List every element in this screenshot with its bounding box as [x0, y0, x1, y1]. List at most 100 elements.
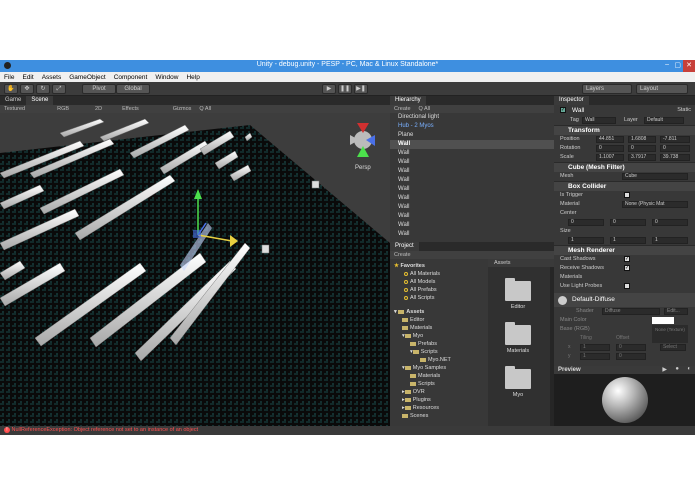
light-probes-checkbox[interactable]: [624, 283, 630, 289]
mesh-renderer-header[interactable]: Mesh Renderer: [554, 245, 695, 255]
favorite-item[interactable]: All Materials: [394, 270, 486, 278]
tiling-y[interactable]: 1: [580, 353, 610, 360]
menu-edit[interactable]: Edit: [22, 74, 33, 81]
preview-play-icon[interactable]: ▶: [662, 366, 667, 373]
tree-folder[interactable]: Scenes: [394, 412, 486, 420]
tree-folder[interactable]: ▾ Myo Samples: [394, 364, 486, 372]
material-preview-sphere[interactable]: [602, 377, 648, 423]
step-icon[interactable]: ▶❚: [354, 84, 368, 94]
size-z[interactable]: 1: [652, 237, 688, 244]
hierarchy-item[interactable]: Wall: [390, 230, 554, 239]
layout-dropdown[interactable]: Layout: [636, 84, 688, 94]
tree-folder[interactable]: ▸ Resources: [394, 404, 486, 412]
scene-viewport[interactable]: Persp: [0, 113, 390, 426]
offset-y[interactable]: 0: [616, 353, 646, 360]
tree-folder[interactable]: Editor: [394, 316, 486, 324]
center-y[interactable]: 0: [610, 219, 646, 226]
offset-x[interactable]: 0: [616, 344, 646, 351]
hierarchy-item[interactable]: Wall: [390, 158, 554, 167]
is-trigger-checkbox[interactable]: [624, 192, 630, 198]
position-x[interactable]: 44.851: [596, 136, 624, 143]
tree-folder[interactable]: Myo.NET: [394, 356, 486, 364]
hierarchy-item[interactable]: Wall: [390, 212, 554, 221]
hierarchy-item[interactable]: Wall: [390, 149, 554, 158]
hierarchy-item[interactable]: Wall: [390, 194, 554, 203]
center-x[interactable]: 0: [568, 219, 604, 226]
tab-game[interactable]: Game: [0, 96, 27, 105]
hierarchy-item[interactable]: Hub - 2 Myos: [390, 122, 554, 131]
mesh-field[interactable]: Cube: [622, 173, 688, 180]
render-mode-dropdown[interactable]: Textured: [4, 106, 25, 112]
close-button[interactable]: ✕: [683, 60, 695, 72]
hierarchy-search[interactable]: Q All: [419, 106, 431, 112]
color-mode-dropdown[interactable]: RGB: [57, 106, 69, 112]
play-icon[interactable]: ▶: [322, 84, 336, 94]
material-header[interactable]: Default-Diffuse: [554, 293, 695, 307]
preview-light-icon[interactable]: ◐: [687, 366, 691, 372]
rotation-x[interactable]: 0: [596, 145, 624, 152]
favorite-item[interactable]: All Prefabs: [394, 286, 486, 294]
tag-dropdown[interactable]: Wall: [582, 117, 616, 124]
scale-z[interactable]: 39.738: [660, 154, 690, 161]
gizmos-dropdown[interactable]: Gizmos: [173, 106, 192, 112]
status-bar[interactable]: ! NullReferenceException: Object referen…: [0, 426, 695, 435]
transform-header[interactable]: Transform: [554, 125, 695, 135]
pivot-toggle[interactable]: Pivot: [82, 84, 116, 94]
hierarchy-create-button[interactable]: Create: [394, 106, 411, 112]
tab-inspector[interactable]: Inspector: [554, 96, 589, 105]
hand-tool-icon[interactable]: ✋: [4, 84, 18, 94]
scene-search[interactable]: Q All: [199, 106, 211, 112]
tree-folder[interactable]: Scripts: [394, 380, 486, 388]
asset-folder[interactable]: Materials: [488, 322, 548, 354]
tab-project[interactable]: Project: [390, 242, 419, 251]
favorites-header[interactable]: ★ Favorites: [394, 262, 486, 270]
project-create-button[interactable]: Create: [394, 252, 411, 258]
tree-folder[interactable]: Materials: [394, 324, 486, 332]
collider-material-field[interactable]: None (Physic Mat: [622, 201, 688, 208]
edit-shader-button[interactable]: Edit...: [664, 308, 688, 315]
effects-dropdown[interactable]: Effects: [122, 106, 139, 112]
texture-select-button[interactable]: Select: [660, 344, 686, 351]
scale-tool-icon[interactable]: ⤢: [52, 84, 66, 94]
global-toggle[interactable]: Global: [116, 84, 150, 94]
tiling-x[interactable]: 1: [580, 344, 610, 351]
layers-dropdown[interactable]: Layers: [582, 84, 632, 94]
cast-shadows-checkbox[interactable]: ✓: [624, 256, 630, 262]
menu-file[interactable]: File: [4, 74, 14, 81]
move-tool-icon[interactable]: ✥: [20, 84, 34, 94]
rotation-y[interactable]: 0: [628, 145, 656, 152]
preview-sphere-icon[interactable]: ●: [675, 366, 679, 372]
assets-tree-header[interactable]: ▾ Assets: [394, 308, 486, 316]
menu-gameobject[interactable]: GameObject: [69, 74, 106, 81]
tree-folder[interactable]: ▸ OVR: [394, 388, 486, 396]
box-collider-header[interactable]: Box Collider: [554, 181, 695, 191]
maximize-button[interactable]: ▢: [674, 61, 681, 69]
size-x[interactable]: 1: [568, 237, 604, 244]
hierarchy-item[interactable]: Wall: [390, 176, 554, 185]
materials-row[interactable]: Materials: [554, 273, 695, 282]
menu-window[interactable]: Window: [155, 74, 178, 81]
position-y[interactable]: 1.6808: [628, 136, 656, 143]
pause-icon[interactable]: ❚❚: [338, 84, 352, 94]
tab-scene[interactable]: Scene: [26, 96, 54, 105]
preview-header[interactable]: Preview: [554, 366, 695, 374]
mode-2d-toggle[interactable]: 2D: [95, 106, 102, 112]
menu-assets[interactable]: Assets: [42, 74, 62, 81]
tab-hierarchy[interactable]: Hierarchy: [390, 96, 426, 105]
shader-dropdown[interactable]: Diffuse: [602, 308, 660, 315]
tree-folder[interactable]: ▸ Plugins: [394, 396, 486, 404]
size-y[interactable]: 1: [610, 237, 646, 244]
minimize-button[interactable]: –: [665, 61, 669, 68]
menu-help[interactable]: Help: [186, 74, 199, 81]
object-name-field[interactable]: Wall: [572, 105, 584, 116]
hierarchy-item[interactable]: Wall: [390, 203, 554, 212]
rotate-tool-icon[interactable]: ↻: [36, 84, 50, 94]
scale-x[interactable]: 1.1007: [596, 154, 624, 161]
mesh-filter-header[interactable]: Cube (Mesh Filter): [554, 162, 695, 172]
hierarchy-item-selected[interactable]: Wall: [390, 140, 554, 149]
favorite-item[interactable]: All Scripts: [394, 294, 486, 302]
favorite-item[interactable]: All Models: [394, 278, 486, 286]
asset-folder[interactable]: Editor: [488, 278, 548, 310]
hierarchy-item[interactable]: Plane: [390, 131, 554, 140]
active-checkbox[interactable]: ✓: [560, 107, 566, 113]
